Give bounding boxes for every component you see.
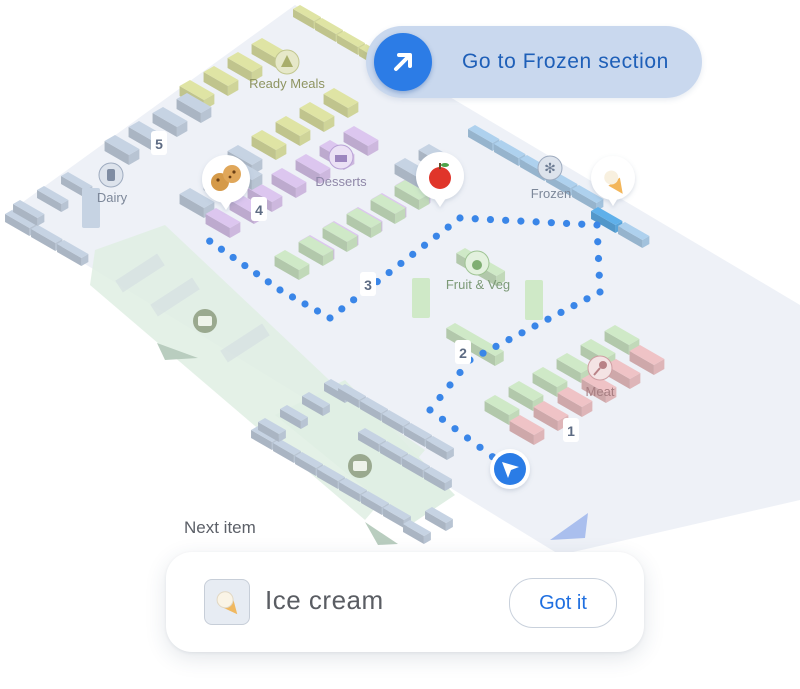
route-dot	[471, 215, 479, 223]
route-dot	[505, 336, 513, 344]
route-dot	[444, 223, 452, 231]
route-dot	[252, 270, 261, 278]
section-label: Meat	[586, 384, 615, 399]
route-dot	[557, 308, 565, 316]
route-dot	[217, 245, 226, 253]
route-dot	[409, 250, 417, 258]
route-dot	[313, 307, 322, 315]
shelf-block	[425, 507, 453, 531]
svg-text:4: 4	[255, 202, 263, 218]
svg-text:5: 5	[155, 136, 163, 152]
route-dot	[385, 268, 393, 277]
next-item-heading: Next item	[184, 518, 256, 537]
aisle-tag-1: 1	[563, 418, 579, 442]
route-dot	[338, 305, 346, 313]
route-dot	[206, 237, 214, 245]
route-dot	[486, 215, 495, 224]
route-dot	[463, 434, 472, 442]
shelf-endcap	[412, 278, 430, 318]
route-dot	[436, 393, 444, 402]
route-dot	[456, 368, 464, 377]
route-dot	[288, 293, 297, 301]
route-dot	[476, 443, 484, 451]
route-dot	[544, 315, 552, 323]
route-dot	[547, 219, 555, 227]
route-dot	[596, 288, 604, 296]
shelf-endcap	[525, 280, 543, 320]
route-dot	[518, 329, 526, 337]
route-dot	[397, 259, 405, 268]
route-dot	[326, 314, 334, 322]
aisle-tag-5: 5	[151, 131, 167, 155]
route-dot	[229, 253, 237, 262]
svg-text:1: 1	[567, 423, 575, 439]
current-location-marker	[490, 449, 530, 489]
section-label: Frozen	[531, 186, 571, 201]
route-dot	[532, 218, 540, 226]
route-dot	[593, 221, 601, 229]
next-item-card: Ice cream Got it	[166, 552, 644, 652]
ice-cream-icon	[204, 579, 250, 625]
shelf-block	[403, 520, 431, 544]
section-label: Desserts	[315, 174, 367, 189]
route-dot	[241, 261, 249, 270]
navigate-button[interactable]	[374, 33, 432, 91]
svg-text:2: 2	[459, 345, 467, 361]
route-dot	[502, 216, 510, 224]
route-dot	[420, 241, 429, 249]
svg-text:3: 3	[364, 277, 372, 293]
aisle-tag-4: 4	[251, 197, 267, 221]
route-dot	[456, 214, 464, 222]
route-dot	[276, 286, 284, 294]
route-dot	[531, 322, 539, 330]
section-label: Fruit & Veg	[446, 277, 510, 292]
route-dot	[264, 278, 272, 286]
route-dot	[594, 238, 602, 246]
aisle-tag-3: 3	[360, 272, 376, 296]
route-dot	[350, 296, 358, 304]
aisle-tag-2: 2	[455, 340, 471, 364]
section-label: Dairy	[97, 190, 128, 205]
card-payment-icon	[193, 309, 217, 333]
card-payment-icon	[348, 454, 372, 478]
route-dot	[301, 300, 309, 308]
route-dot	[517, 217, 525, 225]
route-dot	[594, 254, 603, 263]
exit-arrow	[365, 522, 398, 545]
route-dot	[583, 295, 591, 303]
svg-text:✻: ✻	[544, 160, 556, 176]
route-dot	[432, 232, 440, 240]
route-dot	[451, 425, 459, 433]
next-item-name: Ice cream	[265, 585, 384, 615]
navigation-banner[interactable]: Go to Frozen section	[366, 26, 702, 98]
route-dot	[426, 406, 434, 414]
route-dot	[479, 349, 487, 357]
navigation-instruction: Go to Frozen section	[462, 50, 669, 73]
route-dot	[438, 415, 447, 423]
route-dot	[562, 219, 571, 228]
route-dot	[492, 342, 500, 350]
route-dot	[570, 302, 578, 310]
route-dot	[595, 271, 603, 279]
section-label: Ready Meals	[249, 76, 325, 91]
got-it-button[interactable]: Got it	[509, 578, 617, 628]
route-dot	[446, 381, 454, 389]
route-dot	[578, 220, 586, 228]
arrow-up-right-icon	[394, 53, 412, 71]
